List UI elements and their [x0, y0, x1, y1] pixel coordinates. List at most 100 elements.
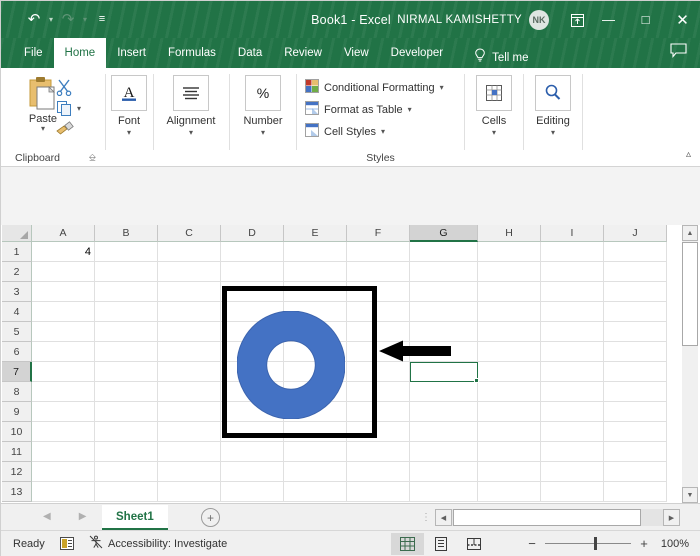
cell-styles-dropdown-icon[interactable]: ▾: [381, 127, 385, 136]
cell-i1[interactable]: [541, 242, 604, 262]
cell-b11[interactable]: [95, 442, 158, 462]
cell-h13[interactable]: [478, 482, 541, 502]
format-painter-icon[interactable]: [56, 120, 75, 141]
clipboard-dialog-launcher[interactable]: ⎒: [89, 152, 96, 163]
cell-a6[interactable]: [32, 342, 95, 362]
page-break-preview-button[interactable]: [457, 533, 490, 555]
cell-e13[interactable]: [284, 482, 347, 502]
vertical-scroll-thumb[interactable]: [682, 242, 698, 346]
cell-j6[interactable]: [604, 342, 667, 362]
cell-h7[interactable]: [478, 362, 541, 382]
cell-j3[interactable]: [604, 282, 667, 302]
row-header-11[interactable]: 11: [2, 442, 32, 462]
cells-dropdown-icon[interactable]: ▾: [492, 129, 496, 137]
cell-e2[interactable]: [284, 262, 347, 282]
column-header-a[interactable]: A: [32, 225, 95, 242]
cell-b6[interactable]: [95, 342, 158, 362]
minimize-button[interactable]: —: [590, 1, 627, 38]
sheet-tab-sheet1[interactable]: Sheet1: [102, 505, 168, 530]
scroll-left-button[interactable]: ◀: [435, 509, 452, 526]
macro-record-icon[interactable]: [60, 537, 75, 556]
cell-j9[interactable]: [604, 402, 667, 422]
cell-b2[interactable]: [95, 262, 158, 282]
comments-icon[interactable]: [670, 43, 687, 63]
cell-d11[interactable]: [221, 442, 284, 462]
donut-shape[interactable]: [236, 310, 346, 424]
tab-developer[interactable]: Developer: [380, 38, 454, 68]
accessibility-status[interactable]: Accessibility: Investigate: [89, 535, 227, 552]
tab-formulas[interactable]: Formulas: [157, 38, 227, 68]
cell-b3[interactable]: [95, 282, 158, 302]
cell-h11[interactable]: [478, 442, 541, 462]
sheet-nav-next-icon[interactable]: ▶: [79, 511, 87, 522]
close-button[interactable]: ✕: [664, 1, 700, 38]
select-all-button[interactable]: [2, 225, 32, 242]
editing-dropdown-icon[interactable]: ▾: [551, 129, 555, 137]
scroll-right-button[interactable]: ▶: [663, 509, 680, 526]
cell-j13[interactable]: [604, 482, 667, 502]
page-layout-view-button[interactable]: [424, 533, 457, 555]
row-header-7[interactable]: 7: [2, 362, 32, 382]
cell-g13[interactable]: [410, 482, 478, 502]
cell-h12[interactable]: [478, 462, 541, 482]
cell-h9[interactable]: [478, 402, 541, 422]
column-header-j[interactable]: J: [604, 225, 667, 242]
cell-i9[interactable]: [541, 402, 604, 422]
cell-c4[interactable]: [158, 302, 221, 322]
column-header-c[interactable]: C: [158, 225, 221, 242]
cell-j5[interactable]: [604, 322, 667, 342]
column-header-h[interactable]: H: [478, 225, 541, 242]
account-info[interactable]: NIRMAL KAMISHETTY NK: [397, 10, 549, 30]
column-header-b[interactable]: B: [95, 225, 158, 242]
cell-a1[interactable]: 4: [32, 242, 95, 262]
row-header-13[interactable]: 13: [2, 482, 32, 502]
cell-b5[interactable]: [95, 322, 158, 342]
column-header-i[interactable]: I: [541, 225, 604, 242]
cell-a11[interactable]: [32, 442, 95, 462]
tab-insert[interactable]: Insert: [106, 38, 157, 68]
number-button[interactable]: % Number ▾: [234, 75, 292, 137]
cell-e12[interactable]: [284, 462, 347, 482]
avatar[interactable]: NK: [529, 10, 549, 30]
horizontal-scroll-thumb[interactable]: [453, 509, 641, 526]
cell-c5[interactable]: [158, 322, 221, 342]
cell-e1[interactable]: [284, 242, 347, 262]
cell-a3[interactable]: [32, 282, 95, 302]
selected-cell-g7[interactable]: [410, 362, 478, 382]
cell-g3[interactable]: [410, 282, 478, 302]
row-header-10[interactable]: 10: [2, 422, 32, 442]
cell-i11[interactable]: [541, 442, 604, 462]
row-header-5[interactable]: 5: [2, 322, 32, 342]
cell-j4[interactable]: [604, 302, 667, 322]
cell-h8[interactable]: [478, 382, 541, 402]
row-header-9[interactable]: 9: [2, 402, 32, 422]
cell-i5[interactable]: [541, 322, 604, 342]
cell-b8[interactable]: [95, 382, 158, 402]
cell-i12[interactable]: [541, 462, 604, 482]
cell-c8[interactable]: [158, 382, 221, 402]
cell-c1[interactable]: [158, 242, 221, 262]
cells-button[interactable]: Cells ▾: [465, 75, 523, 137]
cell-j12[interactable]: [604, 462, 667, 482]
cell-f11[interactable]: [347, 442, 410, 462]
zoom-slider-thumb[interactable]: [594, 537, 597, 550]
cell-a10[interactable]: [32, 422, 95, 442]
cell-b12[interactable]: [95, 462, 158, 482]
cell-i2[interactable]: [541, 262, 604, 282]
cell-c7[interactable]: [158, 362, 221, 382]
cell-a12[interactable]: [32, 462, 95, 482]
cell-c11[interactable]: [158, 442, 221, 462]
tab-home[interactable]: Home: [53, 38, 107, 68]
collapse-ribbon-icon[interactable]: ▵: [686, 149, 691, 160]
cell-i3[interactable]: [541, 282, 604, 302]
scroll-up-button[interactable]: ▲: [682, 225, 698, 241]
zoom-out-button[interactable]: −: [527, 536, 537, 551]
cell-i10[interactable]: [541, 422, 604, 442]
number-dropdown-icon[interactable]: ▾: [261, 129, 265, 137]
cell-j10[interactable]: [604, 422, 667, 442]
conditional-formatting-dropdown-icon[interactable]: ▾: [440, 83, 444, 92]
cell-j2[interactable]: [604, 262, 667, 282]
cell-h5[interactable]: [478, 322, 541, 342]
sheet-splitter-grip[interactable]: ⋮: [421, 512, 431, 523]
cell-d1[interactable]: [221, 242, 284, 262]
